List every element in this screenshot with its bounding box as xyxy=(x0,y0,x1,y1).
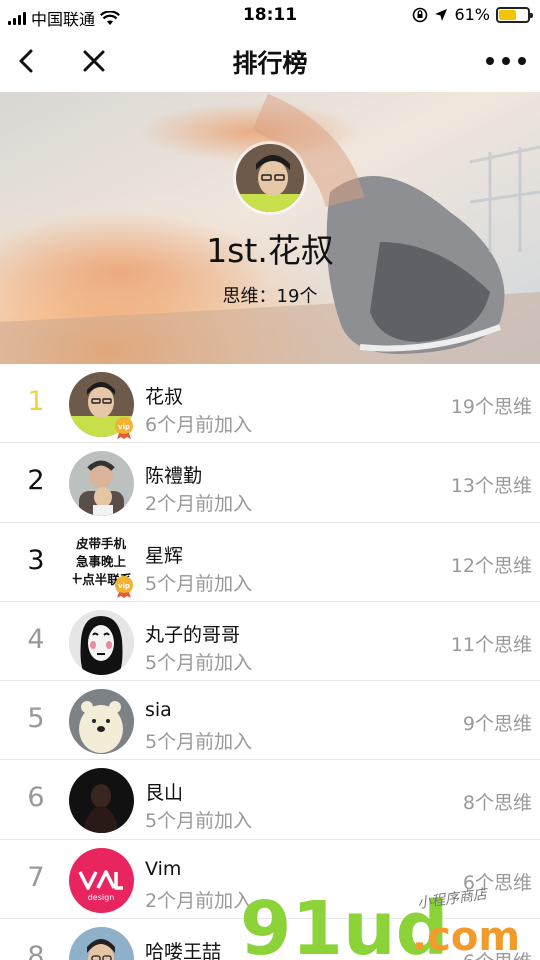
page-title: 排行榜 xyxy=(232,49,308,78)
thought-count: 19个思维 xyxy=(450,396,532,418)
rank-number: 6 xyxy=(27,782,45,814)
top-ranker-name: 1st.花叔 xyxy=(206,231,334,270)
thought-count: 8个思维 xyxy=(462,792,532,815)
app-screen: 中国联通 18:11 61% 排行榜 1st.花叔 思维：19个 1 vip 花… xyxy=(0,0,540,960)
avatar[interactable] xyxy=(69,609,134,675)
user-name: sia xyxy=(145,699,172,722)
top-ranker-banner: 1st.花叔 思维：19个 xyxy=(0,92,540,364)
rank-number: 1 xyxy=(27,386,45,417)
ranking-row[interactable]: 7 design Vim 2个月前加入 6个思维 xyxy=(0,839,540,920)
more-dots-icon xyxy=(486,57,494,65)
join-time: 5个月前加入 xyxy=(145,572,253,595)
join-time: 2个月前加入 xyxy=(145,493,253,516)
thought-count: 11个思维 xyxy=(450,633,532,656)
avatar[interactable] xyxy=(69,768,134,834)
ranking-row[interactable]: 6 艮山 5个月前加入 8个思维 xyxy=(0,760,540,840)
join-time: 5个月前加入 xyxy=(145,810,253,833)
join-time: 5个月前加入 xyxy=(145,731,253,754)
battery-icon xyxy=(496,6,533,23)
thought-count: 6个思维 xyxy=(463,947,532,960)
avatar[interactable] xyxy=(69,689,134,755)
rank-number: 5 xyxy=(27,703,45,735)
rank-number: 8 xyxy=(27,941,45,960)
join-time: 5个月前加入 xyxy=(145,651,253,674)
user-name: 陈禮勤 xyxy=(145,465,203,488)
ranking-row[interactable]: 4 丸子的哥哥 5个月前加入 11个思维 xyxy=(0,601,540,682)
location-arrow-icon xyxy=(435,8,448,21)
join-time: 2个月前加入 xyxy=(145,889,253,912)
ranking-row[interactable]: 5 sia 5个月前加入 9个思维 xyxy=(0,681,540,761)
nav-bar: 排行榜 xyxy=(0,30,540,92)
svg-text:vip: vip xyxy=(118,582,130,590)
more-button[interactable] xyxy=(486,50,526,72)
user-name: 星辉 xyxy=(145,544,184,567)
ranking-row[interactable]: 3 皮带手机 急事晚上 十点半联系 vip 星辉 5个月前加入 12个思维 xyxy=(0,522,540,602)
avatar[interactable]: design xyxy=(69,847,134,913)
thought-count: 9个思维 xyxy=(462,713,532,736)
thought-count: 6个思维 xyxy=(462,871,532,894)
top-ranker-avatar[interactable] xyxy=(233,141,307,215)
avatar-text-line: 急事晚上 xyxy=(76,554,127,569)
avatar[interactable] xyxy=(69,927,134,960)
rank-number: 2 xyxy=(27,465,45,497)
ranking-row[interactable]: 2 陈禮勤 2个月前加入 13个思维 xyxy=(0,443,540,523)
avatar-text-line: 皮带手机 xyxy=(75,536,127,551)
vip-badge-icon: vip xyxy=(115,575,133,598)
status-bar: 中国联通 18:11 61% xyxy=(0,0,540,30)
rank-number: 3 xyxy=(27,544,45,576)
user-name: Vim xyxy=(145,857,182,880)
battery-percent: 61% xyxy=(454,5,490,24)
rank-number: 4 xyxy=(27,623,45,655)
top-ranker-score: 思维：19个 xyxy=(222,286,318,307)
avatar[interactable] xyxy=(69,451,134,517)
ranking-row[interactable]: 1 vip 花叔 6个月前加入 19个思维 xyxy=(0,364,540,444)
rank-number: 7 xyxy=(27,861,45,893)
status-right: 61% xyxy=(412,5,533,24)
user-name: 哈喽王喆 xyxy=(145,941,222,960)
ranking-row[interactable]: 8 哈喽王喆 6个思维 xyxy=(0,919,540,960)
ranking-list: 1 vip 花叔 6个月前加入 19个思维 2 陈禮勤 2个月前加入 13个思维… xyxy=(0,364,540,960)
user-name: 艮山 xyxy=(145,782,184,805)
avatar-text-line: design xyxy=(88,893,115,902)
thought-count: 13个思维 xyxy=(450,475,532,498)
orientation-lock-icon xyxy=(413,7,428,22)
user-name: 丸子的哥哥 xyxy=(145,623,241,646)
battery-level-fill xyxy=(499,9,517,20)
join-time: 6个月前加入 xyxy=(145,414,253,436)
svg-text:vip: vip xyxy=(118,423,130,431)
vip-badge-icon: vip xyxy=(115,417,133,439)
user-name: 花叔 xyxy=(145,386,184,408)
thought-count: 12个思维 xyxy=(450,554,532,577)
